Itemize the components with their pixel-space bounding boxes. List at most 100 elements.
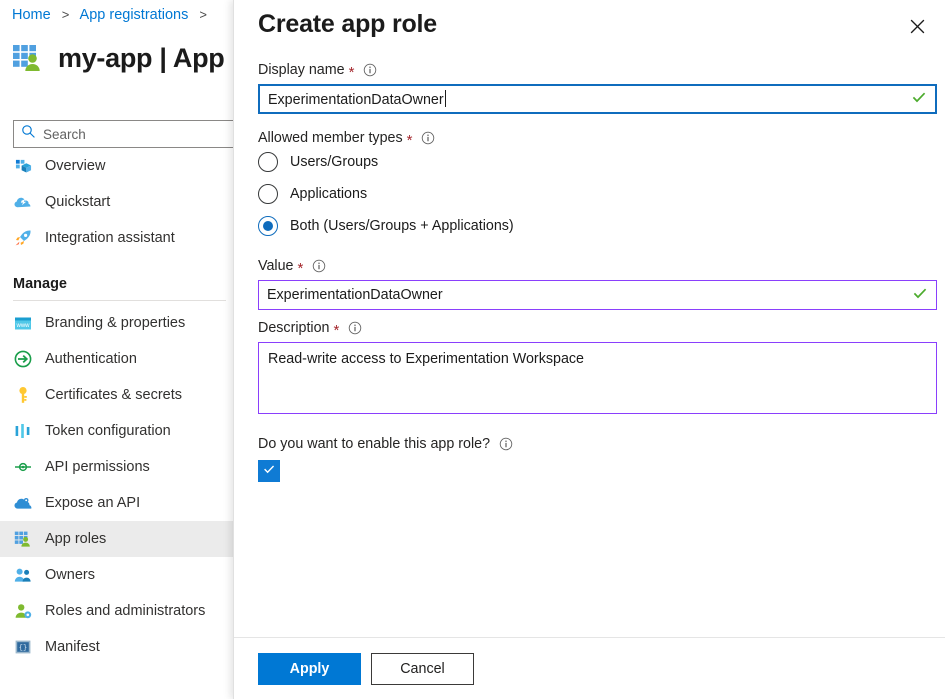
app-registration-icon [12, 42, 44, 74]
sidebar-nav: Overview Quickstart Integration assistan… [0, 148, 236, 665]
description-label-row: Description * [258, 320, 922, 339]
sidebar-item-label: Expose an API [45, 495, 141, 511]
sidebar-item-app-roles[interactable]: App roles [0, 521, 236, 557]
breadcrumb-item-app-registrations[interactable]: App registrations [80, 7, 189, 23]
api-permissions-icon [13, 457, 33, 477]
allowed-member-types-label: Allowed member types [258, 130, 403, 146]
radio-label: Users/Groups [290, 154, 379, 170]
required-marker: * [333, 321, 340, 339]
required-marker: * [406, 131, 413, 149]
display-name-label: Display name [258, 62, 345, 78]
sidebar-item-label: API permissions [45, 459, 150, 475]
sidebar-item-label: Token configuration [45, 423, 171, 439]
enable-app-role-label-row: Do you want to enable this app role? [258, 436, 922, 452]
page-title-row: my-app | App [12, 42, 225, 74]
sidebar-item-label: App roles [45, 531, 107, 547]
sidebar-item-label: Authentication [45, 351, 137, 367]
roles-admin-person-icon [13, 601, 33, 621]
radio-applications[interactable]: Applications [258, 178, 922, 210]
required-marker: * [348, 63, 355, 81]
app-roles-grid-person-icon [13, 529, 33, 549]
sidebar-group-label: Manage [13, 276, 67, 292]
required-marker: * [297, 259, 304, 277]
overview-icon [13, 156, 33, 176]
checkmark-icon [262, 462, 276, 481]
blade-title: Create app role [258, 10, 438, 38]
svg-text:{}: {} [19, 645, 27, 653]
blade-header: Create app role [234, 0, 945, 62]
svg-text:www: www [16, 323, 31, 329]
key-icon [13, 385, 33, 405]
blade-footer: Apply Cancel [234, 637, 945, 699]
sidebar-item-integration-assistant[interactable]: Integration assistant [0, 220, 236, 256]
blade-body: Display name * ExperimentationDataOwner [234, 62, 945, 637]
sidebar-item-label: Roles and administrators [45, 603, 206, 619]
text-caret [444, 90, 446, 107]
value-input[interactable]: ExperimentationDataOwner [258, 280, 937, 310]
breadcrumb: Home > App registrations > [12, 7, 214, 23]
value-label-row: Value * [258, 258, 922, 277]
sidebar-item-label: Manifest [45, 639, 100, 655]
close-icon[interactable] [901, 10, 933, 42]
sidebar-item-api-permissions[interactable]: API permissions [0, 449, 236, 485]
radio-label: Applications [290, 186, 368, 202]
info-icon[interactable] [499, 437, 513, 451]
token-bars-icon [13, 421, 33, 441]
radio-label: Both (Users/Groups + Applications) [290, 218, 514, 234]
description-textarea[interactable]: Read-write access to Experimentation Wor… [258, 342, 937, 414]
radio-indicator-selected [258, 216, 278, 236]
description-label: Description [258, 320, 330, 336]
sidebar-item-branding-properties[interactable]: www Branding & properties [0, 305, 236, 341]
radio-indicator [258, 152, 278, 172]
sidebar-divider [13, 300, 226, 301]
sidebar-item-authentication[interactable]: Authentication [0, 341, 236, 377]
display-name-input[interactable]: ExperimentationDataOwner [258, 84, 937, 114]
search-placeholder: Search [43, 126, 86, 142]
sidebar-group-manage: Manage [0, 256, 236, 296]
expose-api-cloud-icon [13, 493, 33, 513]
allowed-member-types-label-row: Allowed member types * [258, 130, 922, 149]
rocket-icon [13, 228, 33, 248]
sidebar-item-overview[interactable]: Overview [0, 148, 236, 184]
sidebar-item-expose-an-api[interactable]: Expose an API [0, 485, 236, 521]
value-input-text: ExperimentationDataOwner [267, 287, 443, 303]
sidebar-item-quickstart[interactable]: Quickstart [0, 184, 236, 220]
search-icon [21, 124, 36, 144]
display-name-label-row: Display name * [258, 62, 922, 81]
create-app-role-blade: Create app role Display name * Experimen… [233, 0, 945, 699]
manifest-braces-icon: {} [13, 637, 33, 657]
breadcrumb-item-home[interactable]: Home [12, 7, 51, 23]
sidebar-item-certificates-secrets[interactable]: Certificates & secrets [0, 377, 236, 413]
sidebar-item-label: Quickstart [45, 194, 111, 210]
sidebar-item-label: Integration assistant [45, 230, 175, 246]
enable-app-role-label: Do you want to enable this app role? [258, 436, 491, 452]
quickstart-cloud-icon [13, 192, 33, 212]
authentication-arrow-icon [13, 349, 33, 369]
info-icon[interactable] [363, 63, 377, 77]
radio-both[interactable]: Both (Users/Groups + Applications) [258, 210, 922, 242]
green-check-icon [912, 285, 928, 306]
sidebar-item-manifest[interactable]: {} Manifest [0, 629, 236, 665]
portal-background: Home > App registrations > my-app | App … [0, 0, 240, 699]
sidebar-item-label: Overview [45, 158, 106, 174]
sidebar-item-label: Certificates & secrets [45, 387, 182, 403]
cancel-button[interactable]: Cancel [371, 652, 474, 685]
branding-icon: www [13, 313, 33, 333]
info-icon[interactable] [348, 321, 362, 335]
enable-app-role-checkbox[interactable] [258, 460, 280, 482]
owners-people-icon [13, 565, 33, 585]
info-icon[interactable] [421, 131, 435, 145]
radio-users-groups[interactable]: Users/Groups [258, 146, 922, 178]
sidebar-item-roles-and-administrators[interactable]: Roles and administrators [0, 593, 236, 629]
radio-indicator [258, 184, 278, 204]
breadcrumb-separator-trailing: > [199, 7, 207, 22]
sidebar-item-token-configuration[interactable]: Token configuration [0, 413, 236, 449]
sidebar-item-owners[interactable]: Owners [0, 557, 236, 593]
azure-portal-screen: Home > App registrations > my-app | App … [0, 0, 945, 699]
sidebar-item-label: Branding & properties [45, 315, 186, 331]
search-input[interactable]: Search [13, 120, 235, 148]
info-icon[interactable] [312, 259, 326, 273]
green-check-icon [911, 89, 927, 110]
breadcrumb-separator: > [61, 7, 70, 22]
apply-button[interactable]: Apply [258, 652, 361, 685]
